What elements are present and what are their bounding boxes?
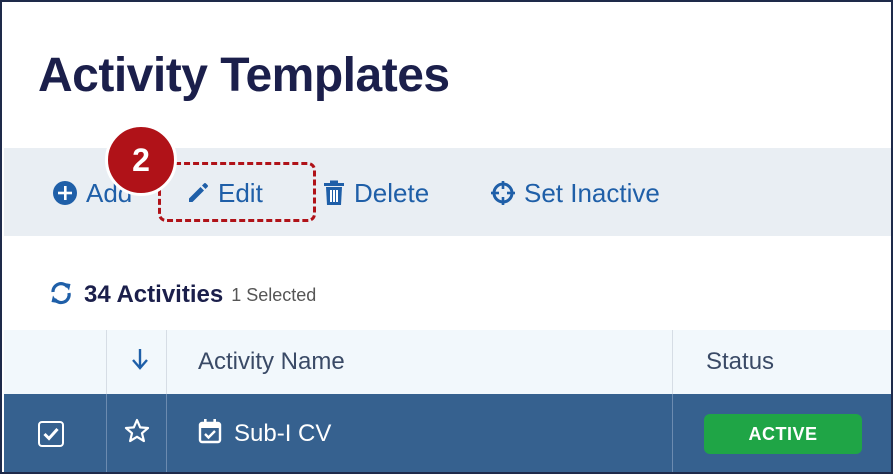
star-outline-icon <box>124 418 150 451</box>
status-cell: ACTIVE <box>704 394 862 472</box>
trash-icon <box>322 180 346 206</box>
column-divider <box>166 330 167 394</box>
refresh-icon[interactable] <box>48 280 74 311</box>
sort-column-header[interactable] <box>132 330 148 394</box>
step-number-badge: 2 <box>105 124 177 196</box>
crosshair-icon <box>490 180 516 206</box>
selected-count: 1 Selected <box>231 284 317 305</box>
column-divider <box>672 394 673 472</box>
calendar-check-icon <box>198 418 222 451</box>
column-divider <box>106 330 107 394</box>
delete-button[interactable]: Delete <box>322 176 429 210</box>
plus-circle-icon <box>52 180 78 206</box>
column-divider <box>106 394 107 472</box>
delete-button-label: Delete <box>354 177 430 208</box>
favorite-toggle[interactable] <box>124 394 150 472</box>
page-title: Activity Templates <box>38 49 450 102</box>
set-inactive-button-label: Set Inactive <box>524 177 660 208</box>
table-row[interactable]: Sub-I CV ACTIVE <box>4 394 891 472</box>
window-frame: Activity Templates Add Edit Delete Set I… <box>0 0 893 474</box>
row-checkbox[interactable] <box>38 394 64 472</box>
checkbox-checked-icon <box>38 421 64 447</box>
column-header-activity-name[interactable]: Activity Name <box>198 330 345 394</box>
list-summary: 34 Activities 1 Selected <box>48 280 316 310</box>
table-header: Activity Name Status <box>4 330 891 394</box>
column-header-status[interactable]: Status <box>706 330 774 394</box>
status-badge: ACTIVE <box>704 414 862 454</box>
column-divider <box>672 330 673 394</box>
activity-count: 34 Activities <box>84 281 224 308</box>
sort-down-arrow-icon <box>132 347 148 378</box>
set-inactive-button[interactable]: Set Inactive <box>490 176 660 210</box>
column-divider <box>166 394 167 472</box>
activity-name-cell[interactable]: Sub-I CV <box>198 394 332 472</box>
edit-highlight-box <box>158 162 316 222</box>
activity-name: Sub-I CV <box>234 420 332 447</box>
